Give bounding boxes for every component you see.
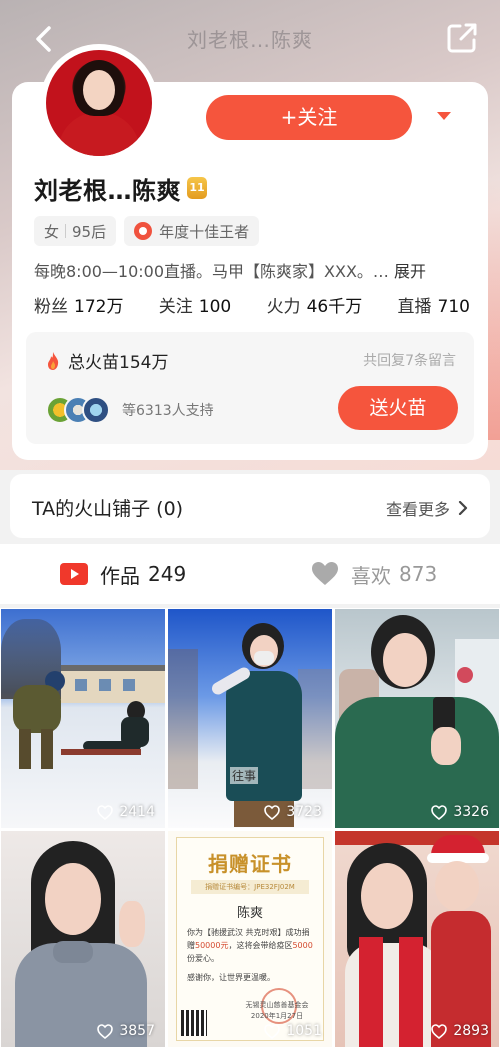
video-grid: 2414 往事 3723 3326 3857 捐赠证书 捐赠证书编号：JPE32… [0,608,500,1047]
level-badge: 11 [187,177,207,199]
video-thumbnail[interactable]: 捐赠证书 捐赠证书编号：JPE32FJ02M 陈爽 你为【驰援武汉 共克时艰】成… [168,831,332,1047]
shop-title: TA的火山铺子 (0) [32,498,184,520]
heart-icon [264,804,281,820]
content-tabs: 作品 249 喜欢 873 [0,544,500,604]
fire-total: 总火苗154万 [46,348,168,373]
tab-likes[interactable]: 喜欢 873 [311,558,437,590]
stat-label: 关注 [158,297,193,317]
stat-live[interactable]: 直播 710 [398,292,470,317]
heart-icon [312,562,338,585]
heart-icon [97,804,114,820]
follow-button[interactable]: +关注 [206,95,412,140]
bio-text: 每晚8:00—10:00直播。马甲【陈爽家】XXX。… [34,262,389,281]
video-thumbnail[interactable]: 3857 [1,831,165,1047]
caption-text: 往事 [230,767,259,784]
gender-text: 女 [44,222,60,241]
certificate-title: 捐赠证书 [208,852,292,876]
avatar [46,50,152,156]
certificate-amount: 50000元 [195,941,229,950]
like-count-text: 2893 [453,1023,489,1039]
gender-age-tag: 女 95后 [34,216,117,246]
like-count-text: 1051 [286,1023,322,1039]
certificate-org: 无锡灵山慈善基金会 [245,1001,309,1009]
certificate-number: 捐赠证书编号：JPE32FJ02M [191,880,309,894]
video-thumbnail[interactable]: 3326 [335,609,499,828]
supporter-avatar [82,396,110,424]
like-count-text: 3326 [453,804,489,820]
medal-icon [134,222,153,240]
fire-total-text: 总火苗154万 [68,353,169,373]
stat-label: 火力 [266,297,301,317]
bio: 每晚8:00—10:00直播。马甲【陈爽家】XXX。… 展开 [34,258,474,282]
share-button[interactable] [444,20,480,56]
video-thumbnail[interactable]: 2893 [335,831,499,1047]
shop-more-link[interactable]: 查看更多 [386,496,468,520]
tab-likes-label: 喜欢 [351,563,391,588]
like-count-text: 3857 [119,1023,155,1039]
age-text: 95后 [72,222,107,241]
heart-icon [431,804,448,820]
stat-value: 100 [198,297,232,317]
like-count: 2893 [431,1023,489,1039]
fire-support-box[interactable]: 总火苗154万 共回复7条留言 等6313人支持 送火苗 [26,332,474,444]
stat-label: 粉丝 [34,297,68,317]
like-count: 3723 [264,804,322,820]
honor-tag[interactable]: 年度十佳王者 [124,216,260,246]
user-name: 刘老根…陈爽 [34,176,181,205]
flame-icon [48,351,59,370]
heart-icon [431,1023,448,1039]
like-count-text: 3723 [286,804,322,820]
reply-count[interactable]: 共回复7条留言 [363,350,456,370]
tag-divider [65,224,67,238]
stat-following[interactable]: 关注 100 [159,292,231,317]
triangle-down-icon [437,112,451,120]
like-count: 1051 [264,1023,322,1039]
tab-works-count: 249 [148,562,187,586]
more-options-button[interactable] [434,106,454,126]
stat-value: 710 [437,297,470,317]
certificate-thanks: 感谢你，让世界更温暖。 [187,973,275,982]
tag-row: 女 95后 年度十佳王者 [34,216,267,246]
certificate-body: 你为【驰援武汉 共克时艰】成功捐赠50000元，这将会带给疫区5000份爱心。 … [187,926,313,984]
bio-expand-link[interactable]: 展开 [394,262,426,281]
certificate-body-3: 份爱心。 [187,954,219,963]
stat-value: 172万 [74,297,124,317]
stat-fire[interactable]: 火力 46千万 [267,292,363,317]
heart-icon [264,1023,281,1039]
avatar-frame[interactable] [40,44,158,162]
name-row: 刘老根…陈爽 11 [34,170,207,206]
donation-certificate: 捐赠证书 捐赠证书编号：JPE32FJ02M 陈爽 你为【驰援武汉 共克时艰】成… [176,837,324,1041]
certificate-date: 2020年1月27日 [250,1012,304,1020]
stat-fans[interactable]: 粉丝 172万 [34,292,123,317]
certificate-count: 5000 [292,941,313,950]
video-thumbnail[interactable]: 2414 [1,609,165,828]
certificate-footer: 无锡灵山慈善基金会 2020年1月27日 [237,1000,317,1022]
supporters-text: 等6313人支持 [122,403,214,419]
like-count: 3857 [97,1023,155,1039]
heart-icon [97,1023,114,1039]
stat-value: 46千万 [306,297,363,317]
stat-label: 直播 [397,297,432,317]
shop-more-text: 查看更多 [385,500,450,519]
like-count: 3326 [431,804,489,820]
tab-works-label: 作品 [100,563,140,588]
share-icon [447,23,477,53]
tab-works[interactable]: 作品 249 [60,558,186,590]
honor-text: 年度十佳王者 [159,222,250,241]
like-count-text: 2414 [119,804,155,820]
qr-code-icon [181,1010,207,1036]
video-thumbnail[interactable]: 往事 3723 [168,609,332,828]
like-count: 2414 [97,804,155,820]
chevron-right-icon [458,501,468,515]
tab-likes-count: 873 [399,562,438,586]
send-fire-button[interactable]: 送火苗 [338,386,458,430]
certificate-body-2: ，这将会带给疫区 [228,941,293,950]
certificate-name: 陈爽 [236,906,263,921]
profile-page: 刘老根…陈爽 +关注 刘老根…陈爽 11 女 95后 年度十佳王者 每晚8:00… [0,0,500,1047]
shop-section[interactable]: TA的火山铺子 (0) 查看更多 [10,474,490,538]
stats-row: 粉丝 172万 关注 100 火力 46千万 直播 710 [34,292,470,317]
supporters[interactable]: 等6313人支持 [46,394,214,426]
play-icon [60,563,88,585]
